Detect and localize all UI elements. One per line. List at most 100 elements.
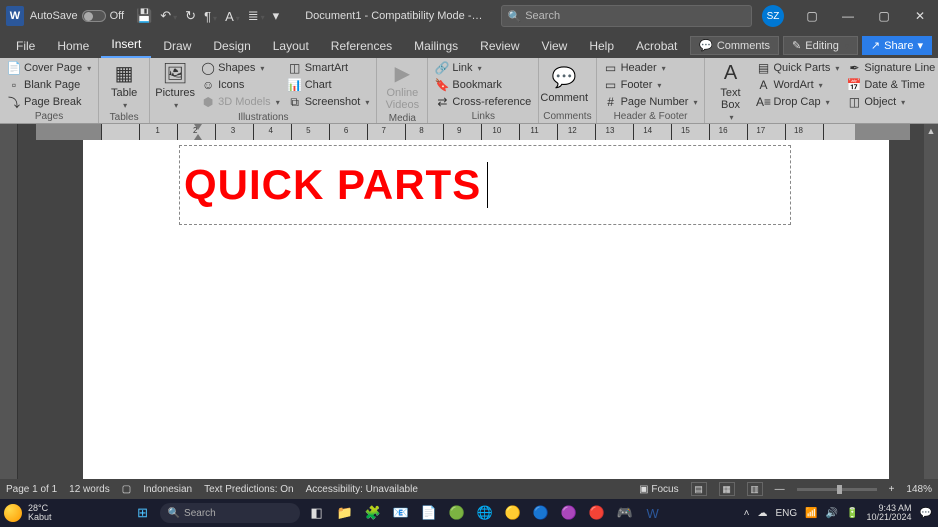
taskbar-app-6[interactable]: 🌐 <box>474 502 496 524</box>
screenshot-button[interactable]: ⧉Screenshot <box>285 94 373 110</box>
tray-onedrive-icon[interactable]: ☁ <box>757 508 767 519</box>
qat-font[interactable]: A <box>225 9 240 24</box>
drop-cap-button[interactable]: A≡Drop Cap <box>753 94 842 110</box>
tray-battery-icon[interactable]: 🔋 <box>846 508 858 519</box>
tray-chevron[interactable]: ˄ <box>744 508 750 519</box>
view-web-button[interactable]: ▥ <box>747 482 763 496</box>
zoom-in-button[interactable]: + <box>889 484 895 495</box>
shapes-button[interactable]: ◯Shapes <box>198 60 283 76</box>
taskbar-app-3[interactable]: 📧 <box>390 502 412 524</box>
tray-clock[interactable]: 9:43 AM 10/21/2024 <box>867 504 912 522</box>
horizontal-ruler[interactable]: 123456789101112131415161718 <box>36 124 910 140</box>
tab-insert[interactable]: Insert <box>101 33 151 58</box>
tab-review[interactable]: Review <box>470 35 529 58</box>
taskbar-app-11[interactable]: 🎮 <box>614 502 636 524</box>
tray-volume-icon[interactable]: 🔊 <box>826 508 838 519</box>
table-button[interactable]: ▦Table <box>103 60 145 111</box>
page-indicator[interactable]: Page 1 of 1 <box>6 484 57 495</box>
undo-button[interactable]: ↶ <box>160 8 177 24</box>
chart-button[interactable]: 📊Chart <box>285 77 373 93</box>
taskbar-app-7[interactable]: 🟡 <box>502 502 524 524</box>
comments-button[interactable]: 💬Comments <box>690 36 779 55</box>
user-avatar[interactable]: SZ <box>762 5 784 27</box>
taskbar-app-4[interactable]: 📄 <box>418 502 440 524</box>
cross-reference-button[interactable]: ⇄Cross-reference <box>432 94 534 110</box>
cover-page-button[interactable]: 📄Cover Page <box>4 60 94 76</box>
smartart-button[interactable]: ◫SmartArt <box>285 60 373 76</box>
quick-parts-button[interactable]: ▤Quick Parts <box>753 60 842 76</box>
tab-home[interactable]: Home <box>47 35 99 58</box>
vertical-scrollbar[interactable]: ▲ <box>924 124 938 479</box>
pictures-button[interactable]: 🖼Pictures <box>154 60 196 111</box>
view-read-button[interactable]: ▤ <box>691 482 707 496</box>
tab-layout[interactable]: Layout <box>263 35 319 58</box>
date-time-button[interactable]: 📅Date & Time <box>844 77 938 93</box>
link-button[interactable]: 🔗Link <box>432 60 534 76</box>
page-break-button[interactable]: ⤵Page Break <box>4 94 94 110</box>
word-count[interactable]: 12 words <box>69 484 110 495</box>
close-button[interactable]: ✕ <box>902 0 938 32</box>
qat-format-1[interactable]: ¶ <box>204 9 217 24</box>
scroll-up-icon[interactable]: ▲ <box>927 126 936 136</box>
zoom-out-button[interactable]: — <box>775 484 785 495</box>
ribbon-display-button[interactable]: ▢ <box>794 0 830 32</box>
editing-mode-button[interactable]: ✎Editing <box>783 36 858 55</box>
3d-models-button[interactable]: ⬢3D Models <box>198 94 283 110</box>
share-button[interactable]: ↗Share ▾ <box>862 36 932 55</box>
qat-customize[interactable]: ▾ <box>273 8 280 24</box>
object-button[interactable]: ◫Object <box>844 94 938 110</box>
start-button[interactable]: ⊞ <box>132 502 154 524</box>
page-number-button[interactable]: #Page Number <box>601 94 701 110</box>
comment-button[interactable]: 💬Comment <box>543 60 585 110</box>
zoom-slider[interactable] <box>797 488 877 491</box>
icons-button[interactable]: ☺Icons <box>198 77 283 93</box>
language-indicator[interactable]: Indonesian <box>143 484 192 495</box>
save-icon[interactable]: 💾 <box>136 8 152 24</box>
header-button[interactable]: ▭Header <box>601 60 701 76</box>
taskbar-app-1[interactable]: 📁 <box>334 502 356 524</box>
footer-button[interactable]: ▭Footer <box>601 77 701 93</box>
tab-acrobat[interactable]: Acrobat <box>626 35 687 58</box>
bookmark-button[interactable]: 🔖Bookmark <box>432 77 534 93</box>
tab-view[interactable]: View <box>532 35 578 58</box>
search-box[interactable]: 🔍 Search <box>501 5 753 27</box>
tray-language[interactable]: ENG <box>775 508 797 519</box>
tab-design[interactable]: Design <box>203 35 260 58</box>
first-line-indent-marker[interactable] <box>194 124 202 130</box>
taskbar-search[interactable]: 🔍Search <box>160 503 300 523</box>
taskbar-app-5[interactable]: 🟢 <box>446 502 468 524</box>
online-videos-button[interactable]: ▶Online Videos <box>381 60 423 112</box>
text-box[interactable]: QUICK PARTS <box>179 145 791 225</box>
autosave-toggle[interactable]: AutoSave Off <box>30 10 124 22</box>
text-predictions[interactable]: Text Predictions: On <box>204 484 293 495</box>
weather-widget[interactable]: 28°C Kabut <box>28 504 52 522</box>
tab-file[interactable]: File <box>6 35 45 58</box>
tab-mailings[interactable]: Mailings <box>404 35 468 58</box>
maximize-button[interactable]: ▢ <box>866 0 902 32</box>
tray-notifications-icon[interactable]: 💬 <box>920 508 932 519</box>
redo-button[interactable]: ↻ <box>185 8 196 24</box>
qat-list[interactable]: ≣ <box>248 8 265 24</box>
accessibility-status[interactable]: Accessibility: Unavailable <box>306 484 418 495</box>
weather-icon[interactable] <box>4 504 22 522</box>
taskbar-app-9[interactable]: 🟣 <box>558 502 580 524</box>
document-canvas[interactable]: QUICK PARTS <box>18 140 924 479</box>
wordart-button[interactable]: AWordArt <box>753 77 842 93</box>
tab-references[interactable]: References <box>321 35 402 58</box>
blank-page-button[interactable]: ▫Blank Page <box>4 77 94 93</box>
tab-draw[interactable]: Draw <box>153 35 201 58</box>
minimize-button[interactable]: — <box>830 0 866 32</box>
view-print-button[interactable]: ▦ <box>719 482 735 496</box>
task-view-button[interactable]: ◧ <box>306 502 328 524</box>
taskbar-app-2[interactable]: 🧩 <box>362 502 384 524</box>
focus-mode-button[interactable]: ▣ Focus <box>639 484 678 495</box>
spell-check-icon[interactable]: ▢ <box>122 484 131 495</box>
taskbar-word[interactable]: W <box>642 502 664 524</box>
tray-wifi-icon[interactable]: 📶 <box>805 508 817 519</box>
text-box-button[interactable]: AText Box <box>709 60 751 123</box>
tab-help[interactable]: Help <box>579 35 624 58</box>
zoom-level[interactable]: 148% <box>906 484 932 495</box>
signature-line-button[interactable]: ✒Signature Line <box>844 60 938 76</box>
taskbar-app-8[interactable]: 🔵 <box>530 502 552 524</box>
taskbar-app-10[interactable]: 🔴 <box>586 502 608 524</box>
